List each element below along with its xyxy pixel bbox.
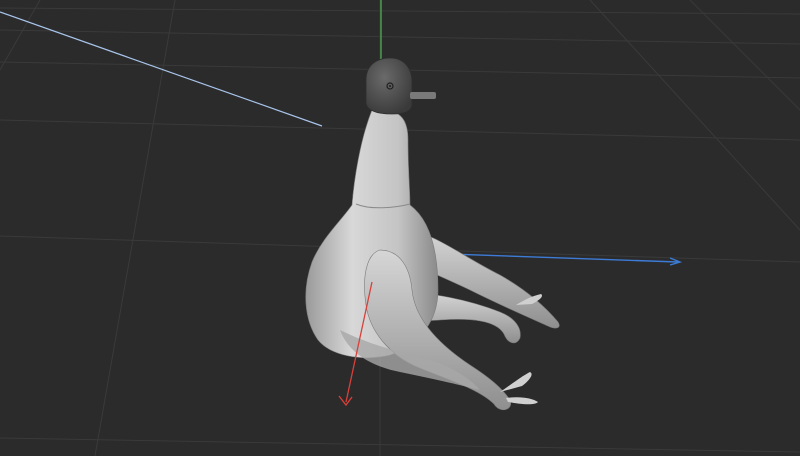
model-head (365, 57, 436, 115)
viewport-canvas[interactable] (0, 0, 800, 456)
3d-viewport[interactable] (0, 0, 800, 456)
view-direction-line (0, 11, 323, 127)
